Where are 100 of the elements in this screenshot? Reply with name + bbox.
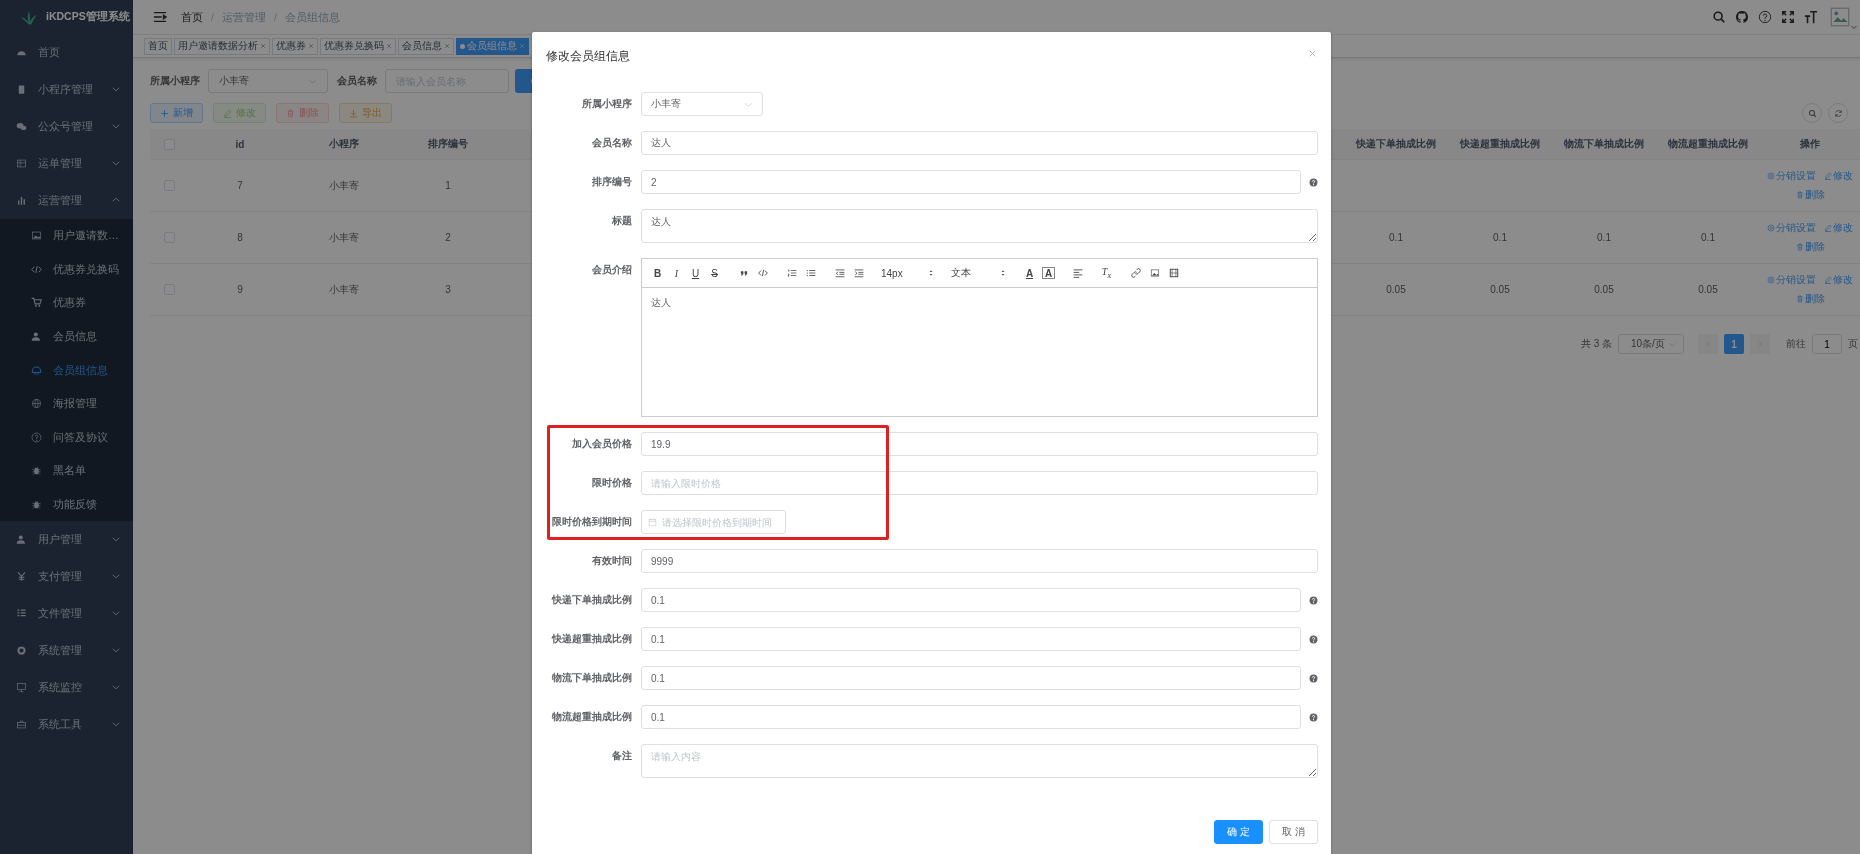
submenu-item[interactable]: 功能反馈 (0, 487, 133, 522)
image-icon (1149, 268, 1160, 278)
submenu-item[interactable]: 会员信息 (0, 319, 133, 354)
bug-icon (31, 465, 42, 477)
menu-item[interactable]: 系统工具 (0, 706, 133, 744)
input-field[interactable]: 19.9 (641, 432, 1318, 456)
help-icon[interactable] (1309, 595, 1318, 605)
row-action-link[interactable]: 删除 (1795, 292, 1825, 306)
table-cell-text: 2 (444, 232, 452, 243)
submenu-item[interactable]: 会员组信息 (0, 353, 133, 387)
menu-item[interactable]: 小程序管理 (0, 71, 133, 108)
broken-image-icon[interactable] (1830, 5, 1850, 29)
fullscreen-icon[interactable] (1781, 10, 1795, 24)
page-button[interactable]: 1 (1724, 334, 1744, 354)
submenu-item[interactable]: 优惠券 (0, 286, 133, 320)
highlight-color-button[interactable]: A (1039, 264, 1058, 282)
submenu-item[interactable]: 海报管理 (0, 386, 133, 421)
at-icon (1767, 224, 1775, 232)
menu-item[interactable]: 用户管理 (0, 521, 133, 559)
input-field[interactable]: 2 (641, 170, 1301, 194)
select-field[interactable]: 小丰寄 (641, 92, 763, 116)
field-label: 会员介绍 (591, 263, 633, 277)
italic-button[interactable]: I (667, 264, 686, 282)
text-color-button[interactable]: A (1020, 264, 1039, 282)
page-tab[interactable]: 优惠券兑换码 (320, 37, 396, 55)
close-icon[interactable] (444, 43, 450, 49)
page-tab[interactable]: 会员组信息 (456, 37, 529, 55)
app-select[interactable]: 小丰寄 (208, 69, 328, 93)
outdent-icon (834, 268, 845, 278)
row-action-link[interactable]: 修改 (1824, 273, 1853, 287)
help-icon[interactable] (1309, 177, 1318, 187)
row-action-link[interactable]: 分销设置 (1767, 221, 1816, 235)
menu-item[interactable]: 文件管理 (0, 595, 133, 633)
underline-button[interactable]: U (686, 264, 705, 282)
text-size-icon[interactable] (1804, 10, 1818, 24)
page-tab[interactable]: 优惠券 (272, 37, 318, 55)
input-field[interactable]: 0.1 (641, 666, 1301, 690)
input-field[interactable]: 达人 (641, 131, 1318, 155)
submenu-item[interactable]: 用户邀请数… (0, 219, 133, 253)
cancel-button[interactable]: 取 消 (1269, 820, 1318, 844)
row-action-link[interactable]: 修改 (1824, 221, 1853, 235)
submenu-item[interactable]: 黑名单 (0, 454, 133, 488)
github-icon[interactable] (1735, 10, 1749, 24)
submenu-item[interactable]: 优惠券兑换码 (0, 252, 133, 287)
globe-icon (31, 398, 42, 410)
menu-item[interactable]: 首页 (0, 34, 133, 71)
menu-item[interactable]: 支付管理 (0, 558, 133, 596)
textarea-field[interactable]: 达人 (641, 209, 1318, 243)
chat-icon (16, 121, 27, 132)
column-header: 排序编号 (427, 137, 469, 151)
input-field[interactable]: 0.1 (641, 705, 1301, 729)
table-cell-text: 小丰寄 (328, 230, 360, 245)
help-icon[interactable] (1309, 712, 1318, 722)
input-field[interactable]: 0.1 (641, 627, 1301, 651)
page-tab[interactable]: 会员信息 (398, 37, 454, 55)
submenu-item[interactable]: 问答及协议 (0, 420, 133, 455)
page-tab[interactable]: 首页 (144, 37, 172, 55)
row-action-link[interactable]: 删除 (1795, 188, 1825, 202)
page-number-field[interactable]: 1 (1812, 334, 1842, 354)
help-icon[interactable] (1309, 634, 1318, 644)
menu-item[interactable]: 系统管理 (0, 632, 133, 670)
input-field[interactable]: 0.1 (641, 588, 1301, 612)
add-button[interactable]: 新增 (150, 103, 203, 123)
table-cell-text: 7 (236, 180, 244, 191)
pencil-icon (1824, 224, 1832, 232)
close-icon[interactable] (386, 43, 392, 49)
row-action-link[interactable]: 分销设置 (1767, 273, 1816, 287)
page-tab[interactable]: 用户邀请数据分析 (174, 37, 270, 55)
help-icon[interactable] (1758, 10, 1772, 24)
heading-picker[interactable]: 文本 (948, 264, 1010, 282)
close-icon[interactable] (1308, 48, 1317, 58)
menu-item[interactable]: 运营管理 (0, 182, 133, 219)
input-field[interactable]: 9999 (641, 549, 1318, 573)
confirm-button[interactable]: 确 定 (1214, 820, 1263, 844)
clear-format-button[interactable]: T$_{x}$ (1097, 264, 1116, 282)
strike-button[interactable]: S (705, 264, 724, 282)
row-action-link[interactable]: 分销设置 (1767, 169, 1816, 183)
font-size-picker[interactable]: 14px (878, 264, 938, 282)
search-toggle-button[interactable] (1802, 103, 1822, 123)
menu-icon[interactable] (153, 10, 167, 24)
code-icon (757, 268, 768, 278)
row-action-link[interactable]: 修改 (1824, 169, 1853, 183)
close-icon[interactable] (260, 43, 266, 49)
cart-icon (31, 297, 42, 309)
menu-item[interactable]: 公众号管理 (0, 108, 133, 145)
close-icon[interactable] (308, 43, 314, 49)
field-label: 会员名称 (591, 136, 633, 150)
breadcrumb-item[interactable]: 首页 (181, 9, 203, 25)
search-icon[interactable] (1712, 10, 1726, 24)
bold-button[interactable]: B (648, 264, 667, 282)
column-header: 操作 (1799, 137, 1821, 151)
row-action-link[interactable]: 删除 (1795, 240, 1825, 254)
menu-item[interactable]: 系统监控 (0, 669, 133, 707)
help-icon[interactable] (1309, 673, 1318, 683)
caret-down-icon[interactable] (1850, 23, 1858, 31)
page-size-select[interactable]: 10条/页 (1618, 334, 1684, 354)
menu-item[interactable]: 运单管理 (0, 145, 133, 182)
editor-content[interactable]: 达人 (642, 288, 1317, 416)
refresh-button[interactable] (1828, 103, 1848, 123)
table-cell-text: 0.05 (1385, 284, 1407, 295)
